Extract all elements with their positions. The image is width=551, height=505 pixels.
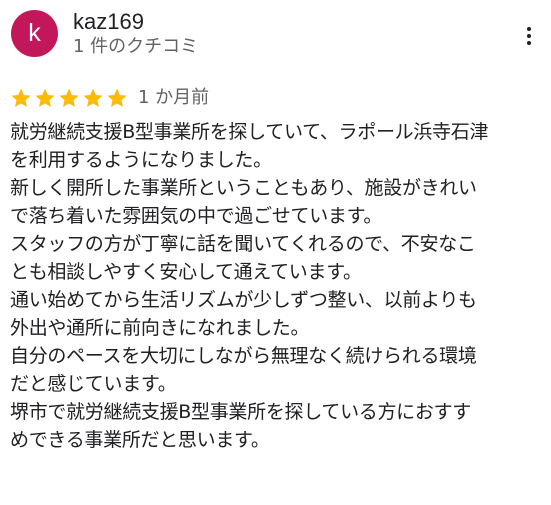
star-icon (106, 87, 128, 109)
review-text-line: とも相談しやすく安心して通えています。 (10, 261, 362, 283)
star-icon (58, 87, 80, 109)
avatar-letter: k (28, 19, 41, 47)
more-vert-icon (527, 41, 531, 45)
review-text: 就労継続支援B型事業所を探していて、ラポール浜寺石津 を利用するようになりました。… (10, 118, 545, 454)
review-text-line: 堺市で就労継続支援B型事業所を探している方におすす (10, 401, 471, 423)
star-icon (10, 87, 32, 109)
review-date: 1 か月前 (138, 87, 210, 108)
review-text-line: で落ち着いた雰囲気の中で過ごせています。 (10, 205, 383, 227)
review-text-line: 自分のペースを大切にしながら無理なく続けられる環境 (10, 345, 477, 367)
author-review-count: 1 件のクチコミ (73, 36, 199, 57)
review-text-line: 就労継続支援B型事業所を探していて、ラポール浜寺石津 (10, 121, 489, 143)
star-rating (10, 87, 128, 109)
more-vert-icon (527, 34, 531, 38)
review-text-line: 新しく開所した事業所ということもあり、施設がきれい (10, 177, 477, 199)
review-text-line: 通い始めてから生活リズムが少しずつ整い、以前よりも (10, 289, 477, 311)
review-text-line: めできる事業所だと思います。 (10, 429, 270, 451)
more-vert-icon (527, 27, 531, 31)
star-icon (34, 87, 56, 109)
avatar[interactable]: k (11, 10, 58, 57)
review-text-line: を利用するようになりました。 (10, 149, 272, 171)
review-text-line: 外出や通所に前向きになれました。 (10, 317, 310, 339)
review-text-line: スタッフの方が丁寧に話を聞いてくれるので、不安なこ (10, 233, 476, 255)
review-text-line: だと感じています。 (10, 373, 177, 395)
author-name[interactable]: kaz169 (73, 9, 144, 35)
more-options-button[interactable] (517, 22, 541, 50)
rating-row: 1 か月前 (10, 84, 209, 112)
review-header: k kaz169 1 件のクチコミ (11, 9, 541, 59)
star-icon (82, 87, 104, 109)
